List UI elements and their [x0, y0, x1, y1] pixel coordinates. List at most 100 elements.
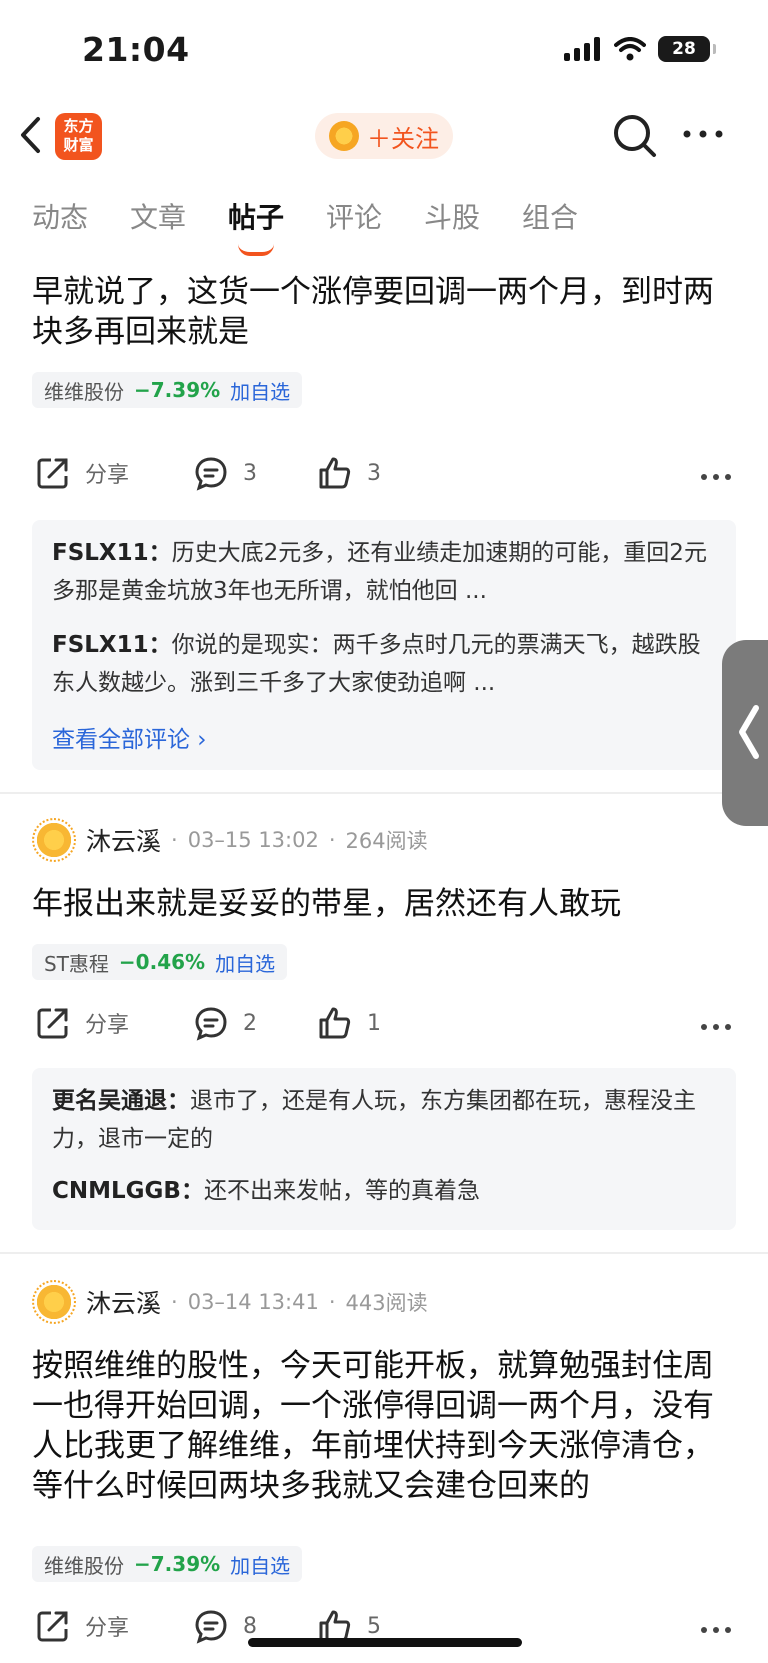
comment-text: 还不出来发帖，等的真着急: [203, 1178, 480, 1204]
more-icon[interactable]: [700, 473, 732, 481]
comment-item: 更名吴通退：退市了，还是有人玩，东方集团都在玩，惠程没主力，退市一定的: [52, 1082, 712, 1158]
thumbs-up-icon: [319, 1007, 351, 1039]
more-icon[interactable]: [700, 1023, 732, 1031]
post-text[interactable]: 早就说了，这货一个涨停要回调一两个月，到时两块多再回来就是: [32, 272, 732, 352]
tab-dynamics[interactable]: 动态: [32, 196, 130, 236]
comment-user: CNMLGGB：: [52, 1178, 204, 1204]
post-author[interactable]: 沐云溪 · 03–15 13:02 · 264阅读: [32, 818, 428, 862]
tab-active-indicator: [238, 244, 274, 256]
post-actions: 分享 2 1: [35, 1005, 735, 1049]
tab-portfolio[interactable]: 组合: [522, 196, 620, 236]
comment-button[interactable]: 2: [193, 1005, 257, 1041]
share-icon: [37, 1008, 68, 1039]
status-time: 21:04: [82, 30, 190, 69]
share-button[interactable]: 分享: [35, 1608, 129, 1644]
stock-change: −0.46%: [118, 950, 206, 974]
meta-sep: ·: [171, 828, 178, 852]
follow-button[interactable]: ＋关注: [315, 113, 453, 159]
share-icon: [37, 458, 68, 489]
wifi-icon: [614, 37, 646, 61]
read-count: 264阅读: [345, 829, 428, 853]
tab-bar: 动态 文章 帖子 评论 斗股 组合: [32, 196, 620, 256]
tab-posts[interactable]: 帖子: [228, 196, 326, 256]
like-button[interactable]: 1: [317, 1005, 381, 1041]
status-icons: 28: [564, 36, 716, 62]
share-icon: [37, 1611, 68, 1642]
tab-comments[interactable]: 评论: [326, 196, 424, 236]
stock-name: 维维股份: [44, 379, 124, 404]
meta-sep: ·: [328, 828, 336, 852]
add-watchlist-button[interactable]: 加自选: [230, 376, 290, 405]
side-drawer-handle[interactable]: [722, 640, 768, 826]
comment-count: 8: [243, 1613, 257, 1639]
logo-text: 东方 财富: [63, 117, 94, 154]
like-count: 3: [367, 460, 381, 486]
sun-icon: [329, 121, 359, 151]
like-count: 1: [367, 1010, 381, 1036]
author-name[interactable]: 沐云溪: [86, 1284, 161, 1320]
add-watchlist-button[interactable]: 加自选: [215, 948, 275, 977]
status-bar: 21:04 28: [0, 0, 768, 100]
view-all-comments-link[interactable]: 查看全部评论 ›: [52, 720, 207, 754]
comment-icon: [195, 1610, 227, 1644]
stock-chip[interactable]: 维维股份 −7.39% 加自选: [32, 372, 303, 408]
tab-battle[interactable]: 斗股: [424, 196, 522, 236]
post-date: 03–15 13:02: [187, 828, 319, 852]
brand-logo: 东方 财富: [55, 113, 102, 160]
comment-item: FSLX11：你说的是现实：两千多点时几元的票满天飞，越跌股东人数越少。涨到三千…: [52, 626, 712, 702]
more-icon[interactable]: [682, 129, 724, 139]
stock-chip[interactable]: ST惠程 −0.46% 加自选: [32, 944, 288, 980]
stock-change: −7.39%: [134, 1552, 221, 1576]
comment-preview[interactable]: FSLX11：历史大底2元多，还有业绩走加速期的可能，重回2元多那是黄金坑放3年…: [32, 520, 736, 770]
share-label: 分享: [85, 1013, 130, 1038]
tab-posts-label: 帖子: [228, 201, 285, 234]
post-actions: 分享 3 3: [35, 455, 735, 499]
stock-name: 维维股份: [44, 1553, 124, 1578]
home-indicator[interactable]: [248, 1638, 522, 1647]
share-label: 分享: [85, 1616, 130, 1641]
like-count: 5: [367, 1613, 381, 1639]
top-nav: 东方 财富 ＋关注: [0, 105, 768, 165]
back-icon[interactable]: [18, 115, 44, 155]
post-text[interactable]: 按照维维的股性，今天可能开板，就算勉强封住周一也得开始回调，一个涨停得回调一两个…: [32, 1346, 732, 1506]
meta-sep: ·: [328, 1290, 336, 1314]
divider: [0, 792, 768, 794]
post-author[interactable]: 沐云溪 · 03–14 13:41 · 443阅读: [32, 1280, 428, 1324]
author-name[interactable]: 沐云溪: [86, 822, 161, 858]
add-watchlist-button[interactable]: 加自选: [230, 1550, 290, 1579]
chevron-left-icon: [739, 705, 759, 759]
comment-icon: [195, 457, 227, 491]
comment-count: 2: [243, 1010, 257, 1036]
like-button[interactable]: 3: [317, 455, 381, 491]
post-date: 03–14 13:41: [187, 1290, 319, 1314]
share-label: 分享: [85, 463, 130, 488]
signal-icon: [564, 37, 600, 61]
thumbs-up-icon: [319, 457, 351, 489]
comment-icon: [195, 1007, 227, 1041]
comment-user: FSLX11：: [52, 540, 172, 566]
avatar[interactable]: [32, 1280, 76, 1324]
battery-icon: 28: [658, 36, 716, 62]
meta-sep: ·: [171, 1290, 178, 1314]
stock-name: ST惠程: [44, 951, 109, 976]
comment-count: 3: [243, 460, 257, 486]
avatar[interactable]: [32, 818, 76, 862]
tab-articles[interactable]: 文章: [130, 196, 228, 236]
follow-label: ＋关注: [367, 124, 439, 153]
post-text[interactable]: 年报出来就是妥妥的带星，居然还有人敢玩: [32, 884, 732, 924]
divider: [0, 1252, 768, 1254]
comment-button[interactable]: 8: [193, 1608, 257, 1644]
stock-change: −7.39%: [134, 378, 221, 402]
comment-item: CNMLGGB：还不出来发帖，等的真着急: [52, 1172, 712, 1210]
comment-button[interactable]: 3: [193, 455, 257, 491]
share-button[interactable]: 分享: [35, 1005, 129, 1041]
search-icon[interactable]: [612, 113, 658, 159]
comment-preview[interactable]: 更名吴通退：退市了，还是有人玩，东方集团都在玩，惠程没主力，退市一定的 CNML…: [32, 1068, 736, 1230]
comment-user: 更名吴通退：: [52, 1088, 190, 1114]
comment-user: FSLX11：: [52, 632, 172, 658]
comment-item: FSLX11：历史大底2元多，还有业绩走加速期的可能，重回2元多那是黄金坑放3年…: [52, 534, 712, 610]
stock-chip[interactable]: 维维股份 −7.39% 加自选: [32, 1546, 303, 1582]
read-count: 443阅读: [345, 1291, 428, 1315]
more-icon[interactable]: [700, 1626, 732, 1634]
share-button[interactable]: 分享: [35, 455, 129, 491]
